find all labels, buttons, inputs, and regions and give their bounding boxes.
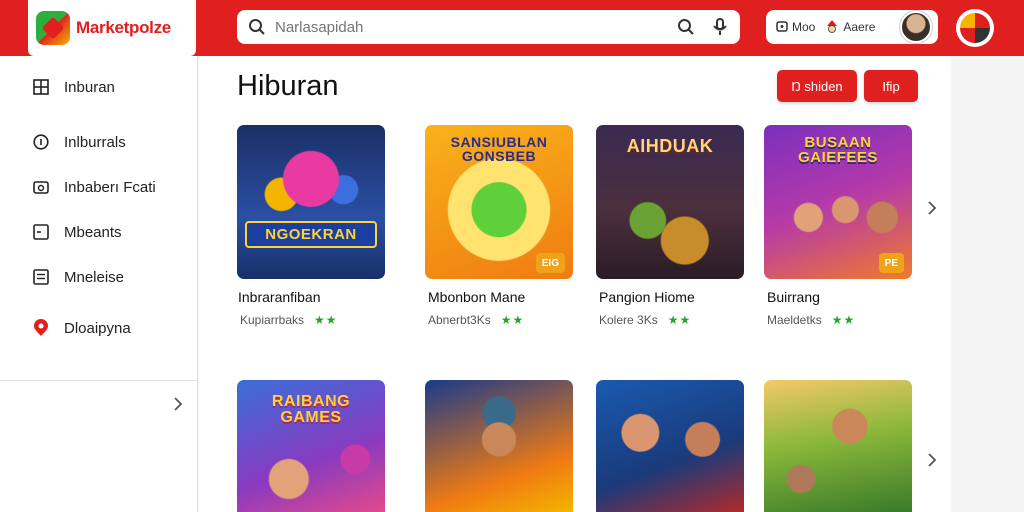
user-bar: Moo Aaere: [766, 10, 938, 44]
game-meta-text: Kolere 3Ks: [599, 313, 658, 327]
game-cover-art: [764, 380, 912, 512]
game-card-image[interactable]: BUSAAN GAIEFEES PE: [764, 125, 912, 279]
sidebar-item-inburan[interactable]: Inburan: [32, 78, 115, 96]
top-bar: Marketpolze Moo Aaere: [0, 0, 1024, 56]
sidebar-item-label: Mbeants: [64, 223, 122, 241]
game-card-image[interactable]: RAIBANG GAMES: [237, 380, 385, 512]
sidebar: Inburan Inlburrals Inbaberı Fcati Mbeant…: [0, 56, 198, 512]
game-banner: NGOEKRAN: [245, 221, 377, 248]
sidebar-item-label: Mneleise: [64, 268, 125, 286]
game-cover-art: [425, 380, 573, 512]
square-icon: [32, 223, 50, 241]
rating-stars-icon: ★★: [314, 313, 338, 327]
game-card-image[interactable]: NGOEKRAN: [237, 125, 385, 279]
profile-button[interactable]: [956, 9, 994, 47]
sidebar-item-label: Inlburrals: [64, 133, 126, 151]
user-menu-item-1[interactable]: Moo: [776, 20, 815, 35]
right-gutter: [951, 56, 1024, 512]
game-banner: BUSAAN GAIEFEES: [798, 134, 878, 166]
sidebar-item-mneleise[interactable]: Mneleise: [32, 268, 124, 286]
game-banner: RAIBANG GAMES: [271, 393, 351, 426]
game-banner: AIHDUAK: [626, 136, 714, 156]
chevron-right-icon[interactable]: [170, 392, 186, 416]
game-title[interactable]: Mbonbon Mane: [428, 289, 525, 305]
game-meta: Abnerbt3Ks ★★: [428, 313, 524, 327]
search-input[interactable]: [275, 18, 676, 36]
user-menu-item-2[interactable]: Aaere: [825, 19, 875, 36]
info-icon: [32, 133, 50, 151]
game-title[interactable]: Pangion Hiome: [599, 289, 695, 305]
row-next-arrow-icon[interactable]: [922, 196, 942, 220]
game-meta-text: Kupiarrbaks: [240, 313, 305, 327]
search-bar: [237, 10, 740, 44]
search-submit-icon[interactable]: [676, 17, 696, 37]
user-menu-label-2: Aaere: [843, 20, 876, 34]
primary-action-button[interactable]: Ŋ shiden: [777, 70, 857, 102]
sidebar-item-dloaipyna[interactable]: Dloaipyna: [32, 319, 131, 337]
sidebar-divider: [0, 380, 198, 381]
game-banner: SANSIUBLAN GONSBEB: [450, 134, 548, 164]
game-meta: Maeldetks ★★: [767, 313, 855, 327]
game-cover-art: [237, 125, 385, 279]
logo-icon: [36, 11, 70, 45]
list-icon: [32, 268, 50, 286]
santa-icon: [825, 19, 839, 36]
grid-icon: [32, 78, 50, 96]
game-meta: Kupiarrbaks ★★: [240, 313, 338, 327]
logo-text: Marketpolze: [76, 18, 171, 37]
secondary-action-button[interactable]: Ifip: [864, 70, 918, 102]
sidebar-item-mbeants[interactable]: Mbeants: [32, 223, 122, 241]
sidebar-item-label: Inburan: [64, 78, 115, 96]
avatar[interactable]: [900, 11, 932, 43]
price-badge: PE: [878, 253, 904, 273]
price-badge: EIG: [535, 253, 565, 273]
sidebar-item-label: Inbaberı Fcati: [64, 178, 156, 196]
cart-icon: [776, 20, 788, 35]
sidebar-item-inlburrals[interactable]: Inlburrals: [32, 133, 126, 151]
game-card-image[interactable]: AIHDUAK: [596, 125, 744, 279]
search-icon[interactable]: [247, 17, 267, 37]
rating-stars-icon: ★★: [831, 313, 856, 327]
rating-stars-icon: ★★: [500, 313, 525, 327]
page-title: Hiburan: [237, 70, 339, 102]
game-title[interactable]: Inbraranfiban: [238, 289, 321, 305]
sidebar-item-label: Dloaipyna: [64, 319, 131, 337]
sidebar-item-inbaberi-fcati[interactable]: Inbaberı Fcati: [32, 178, 156, 196]
camera-icon: [32, 178, 50, 196]
game-meta-text: Maeldetks: [767, 313, 822, 327]
row-next-arrow-icon[interactable]: [922, 448, 942, 472]
game-cover-art: [596, 380, 744, 512]
location-pin-icon: [32, 319, 50, 337]
game-card-image[interactable]: [596, 380, 744, 512]
game-title[interactable]: Buirrang: [767, 289, 820, 305]
game-meta-text: Abnerbt3Ks: [428, 313, 491, 327]
game-card-image[interactable]: [425, 380, 573, 512]
logo[interactable]: Marketpolze: [28, 0, 196, 56]
game-card-image[interactable]: [764, 380, 912, 512]
rating-stars-icon: ★★: [667, 313, 692, 327]
user-menu-label-1: Moo: [792, 20, 816, 34]
profile-badge-icon: [960, 13, 990, 43]
game-card-image[interactable]: SANSIUBLAN GONSBEB EIG: [425, 125, 573, 279]
game-meta: Kolere 3Ks ★★: [599, 313, 691, 327]
microphone-icon[interactable]: [710, 17, 730, 37]
